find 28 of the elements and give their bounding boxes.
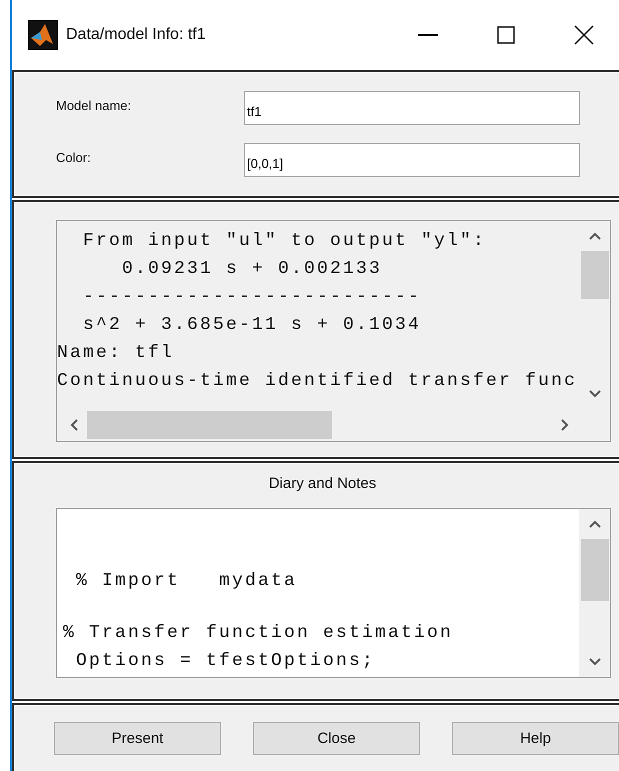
code-line: 0.09231 s + 0.002133 [121, 258, 382, 281]
dialog-button[interactable]: Present [54, 722, 221, 756]
code-line: s^2 + 3.685e-11 s + 0.1034 [82, 314, 422, 337]
text-field[interactable]: [0,0,1] [244, 143, 580, 177]
note-line: % Import mydata [75, 570, 298, 593]
field-label: Model name: [55, 98, 132, 112]
text-field[interactable]: tf1 [244, 91, 580, 125]
code-line: Name: tfl [57, 342, 174, 365]
field-label: Color: [55, 150, 92, 164]
model-text-area[interactable]: From input "ul" to output "yl": 0.09231 s + 0.002133 -------------------------- s^2 + 3.685e-11 s + 0.1034 Name: tfl Continuous-time identified transfer func [56, 220, 611, 442]
code-line: Continuous-time identified transfer func [57, 370, 578, 393]
maximize-icon [497, 26, 515, 44]
minimize-icon [418, 34, 438, 36]
dialog-button[interactable]: Close [253, 722, 420, 756]
vertical-scrollbar[interactable] [579, 508, 610, 677]
section-heading: Diary and Notes [268, 474, 376, 492]
scrollbar-thumb[interactable] [580, 250, 608, 299]
app-logo-icon [28, 20, 58, 50]
note-line: Options = tfestOptions; [75, 650, 376, 673]
window-title: Data/model Info: tf1 [66, 26, 207, 44]
code-line: From input "ul" to output "yl": [82, 230, 486, 253]
close-icon [574, 25, 594, 45]
dialog-button[interactable]: Help [452, 722, 619, 756]
note-line: % Transfer function estimation [63, 622, 454, 645]
scrollbar-thumb[interactable] [87, 410, 332, 439]
notes-text-area[interactable]: % Import mydata % Transfer function estimation Options = tfestOptions; [56, 508, 611, 678]
code-line: -------------------------- [82, 286, 422, 309]
scrollbar-thumb[interactable] [580, 538, 608, 601]
